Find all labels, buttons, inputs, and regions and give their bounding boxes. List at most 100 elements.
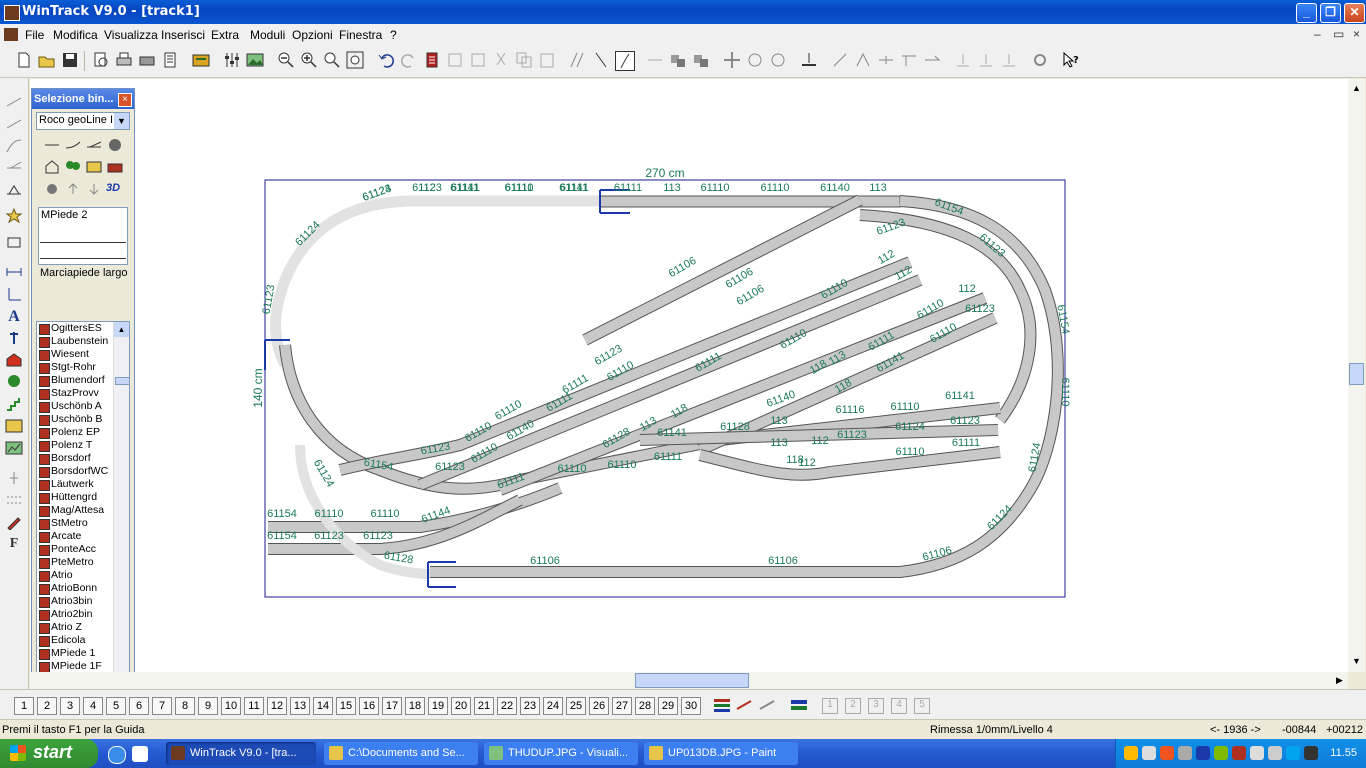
height-icon[interactable]: [954, 51, 972, 69]
tray-icon[interactable]: [1286, 746, 1300, 760]
menu-help[interactable]: ?: [390, 28, 397, 42]
flex-track-icon[interactable]: [592, 51, 610, 69]
trees-icon[interactable]: [65, 160, 81, 174]
scroll-up-icon[interactable]: ▲: [114, 322, 129, 337]
menu-visualizza[interactable]: Visualizza: [104, 28, 158, 42]
track-ghost[interactable]: [270, 195, 600, 368]
tray-icon[interactable]: [1304, 746, 1318, 760]
turntable-icon[interactable]: [107, 138, 123, 152]
page-tab[interactable]: 3: [60, 697, 80, 715]
horizontal-scroll-thumb[interactable]: [635, 673, 749, 688]
ungroup-icon[interactable]: [469, 51, 487, 69]
page-tab[interactable]: 7: [152, 697, 172, 715]
task-image-viewer[interactable]: THUDUP.JPG - Visuali...: [484, 742, 638, 765]
page-tab[interactable]: 8: [175, 697, 195, 715]
terrain-tool-icon[interactable]: [5, 418, 23, 434]
3d-view-button[interactable]: 3D: [106, 182, 120, 194]
signal-tool-icon[interactable]: [5, 330, 23, 346]
menu-inserisci[interactable]: Inserisci: [161, 28, 205, 42]
help-cursor-icon[interactable]: ?: [1062, 51, 1080, 69]
menu-modifica[interactable]: Modifica: [53, 28, 98, 42]
paste-icon[interactable]: [538, 51, 556, 69]
drawing-canvas[interactable]: 270 cm 140 cm 61123 112 61111 61111 61111 611…: [30, 79, 1348, 672]
sliders-icon[interactable]: [223, 51, 241, 69]
scroll-thumb[interactable]: [115, 377, 129, 385]
zoom-in-icon[interactable]: [300, 51, 318, 69]
measure-icon[interactable]: [5, 264, 23, 280]
minimize-button[interactable]: _: [1296, 3, 1317, 23]
tray-icon[interactable]: [1250, 746, 1264, 760]
library-select[interactable]: Roco geoLine I ▼: [36, 112, 130, 130]
flex-tool2-icon[interactable]: [5, 116, 23, 132]
download-icon[interactable]: [86, 182, 102, 196]
library-icon[interactable]: [192, 51, 210, 69]
layer-tool-icon[interactable]: [758, 697, 778, 713]
house-icon[interactable]: [44, 160, 60, 174]
restore-button[interactable]: ❐: [1320, 3, 1341, 23]
zoom-window-icon[interactable]: [323, 51, 341, 69]
horizontal-scrollbar[interactable]: ▶: [30, 672, 1348, 689]
move-icon[interactable]: [723, 51, 741, 69]
rotate-icon[interactable]: [746, 51, 764, 69]
menu-extra[interactable]: Extra: [211, 28, 239, 42]
vertical-scrollbar[interactable]: ▲ ▼: [1348, 79, 1365, 672]
layers-icon[interactable]: [712, 697, 732, 713]
page-tab[interactable]: 29: [658, 697, 678, 715]
layer-stack-icon[interactable]: [789, 697, 809, 713]
page-tab[interactable]: 5: [106, 697, 126, 715]
page-tab[interactable]: 30: [681, 697, 701, 715]
font-tool-icon[interactable]: F: [5, 536, 23, 552]
tray-icon[interactable]: [1124, 746, 1138, 760]
redo-icon[interactable]: [400, 51, 418, 69]
page-tab[interactable]: 4: [83, 697, 103, 715]
track-tool-icon[interactable]: [569, 51, 587, 69]
menu-moduli[interactable]: Moduli: [250, 28, 285, 42]
document-icon[interactable]: [4, 28, 18, 41]
scroll-down-icon[interactable]: ▼: [1349, 654, 1364, 669]
page-tab[interactable]: 27: [612, 697, 632, 715]
print-icon[interactable]: [115, 51, 133, 69]
page-tab[interactable]: 23: [520, 697, 540, 715]
print-setup-icon[interactable]: [138, 51, 156, 69]
scroll-right-icon[interactable]: ▶: [1332, 673, 1347, 688]
save-icon[interactable]: [61, 51, 79, 69]
stack2-icon[interactable]: [692, 51, 710, 69]
stairs-tool-icon[interactable]: [5, 396, 23, 412]
tray-icon[interactable]: [1142, 746, 1156, 760]
chevron-down-icon[interactable]: ▼: [114, 113, 129, 129]
turnout-tool-icon[interactable]: [5, 160, 23, 176]
layer-edit-icon[interactable]: [735, 697, 755, 713]
view-5-button[interactable]: 5: [914, 698, 930, 714]
tray-icon[interactable]: [1178, 746, 1192, 760]
tray-icon[interactable]: [1232, 746, 1246, 760]
app-icon[interactable]: [4, 5, 20, 21]
page-tab[interactable]: 20: [451, 697, 471, 715]
page-tab[interactable]: 15: [336, 697, 356, 715]
copy-icon[interactable]: [515, 51, 533, 69]
station-icon[interactable]: [107, 160, 123, 174]
snap-icon[interactable]: [800, 51, 818, 69]
task-wintrack[interactable]: WinTrack V9.0 - [tra...: [166, 742, 316, 765]
internet-explorer-icon[interactable]: [108, 746, 126, 764]
view-1-button[interactable]: 1: [822, 698, 838, 714]
page-tab[interactable]: 17: [382, 697, 402, 715]
mdi-minimize-button[interactable]: –: [1314, 27, 1321, 41]
page-tab[interactable]: 13: [290, 697, 310, 715]
page-tab[interactable]: 14: [313, 697, 333, 715]
quicklaunch-icon[interactable]: [132, 746, 148, 762]
connect-icon[interactable]: [831, 51, 849, 69]
height3-icon[interactable]: [1000, 51, 1018, 69]
tray-icon[interactable]: [1268, 746, 1282, 760]
turnout-icon[interactable]: [86, 138, 102, 152]
undo-icon[interactable]: [377, 51, 395, 69]
list-icon[interactable]: [161, 51, 179, 69]
menu-opzioni[interactable]: Opzioni: [292, 28, 333, 42]
page-tab[interactable]: 10: [221, 697, 241, 715]
tray-icon[interactable]: [1160, 746, 1174, 760]
page-tab[interactable]: 16: [359, 697, 379, 715]
pen-tool-icon[interactable]: [5, 514, 23, 530]
flex-tool-icon[interactable]: [5, 94, 23, 110]
page-tab[interactable]: 18: [405, 697, 425, 715]
page-tab[interactable]: 9: [198, 697, 218, 715]
page-tab[interactable]: 28: [635, 697, 655, 715]
